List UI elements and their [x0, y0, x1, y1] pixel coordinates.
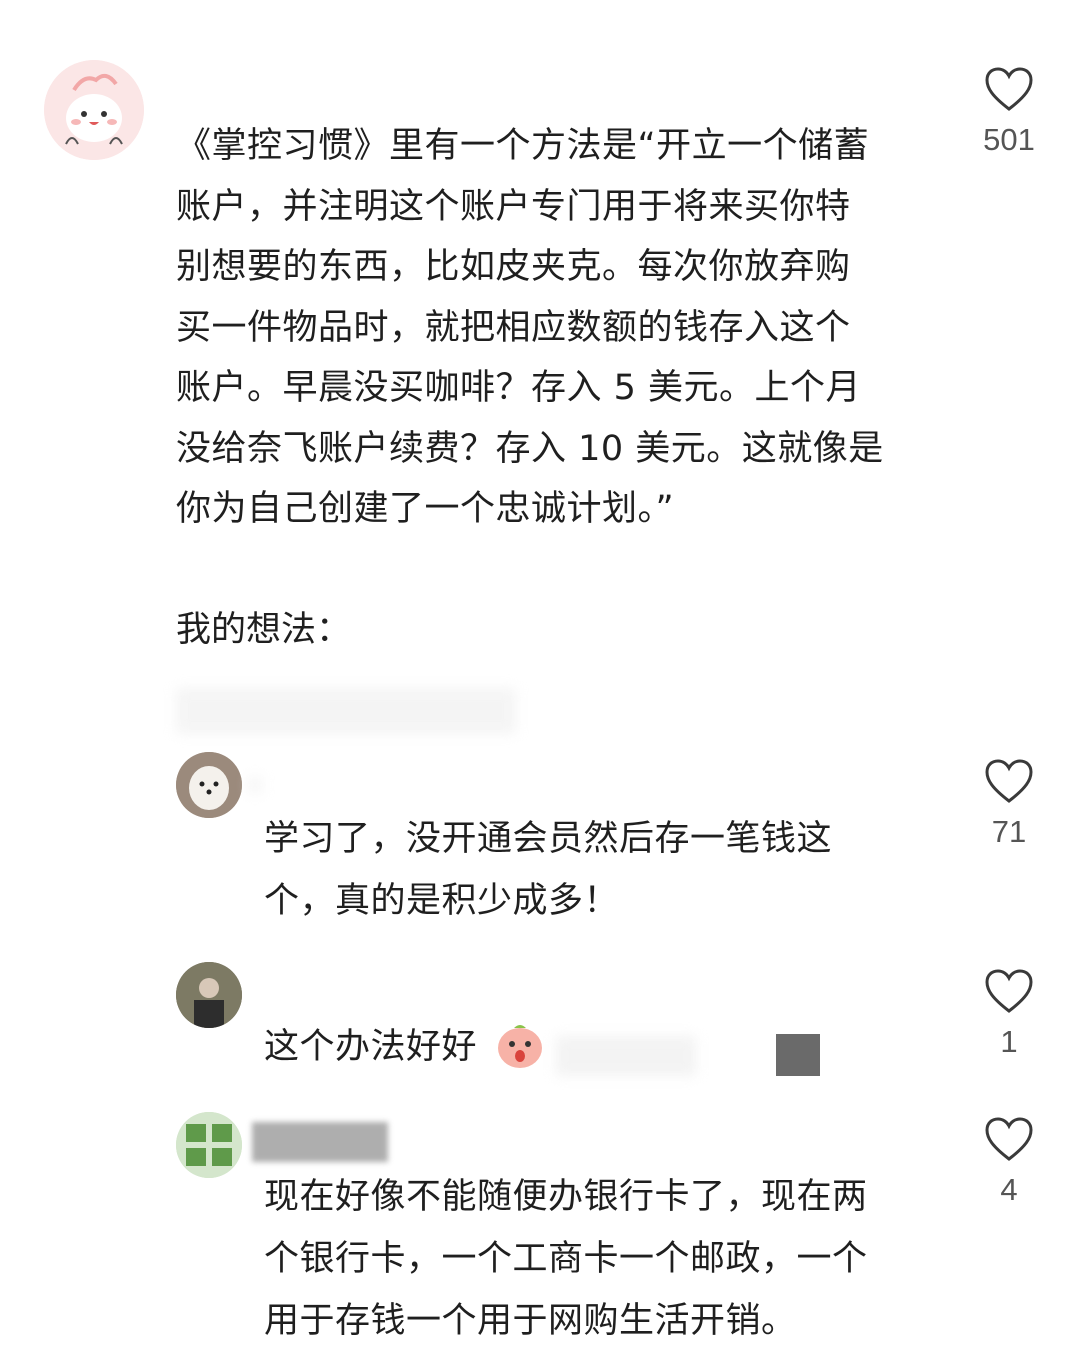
- heart-icon[interactable]: [984, 758, 1034, 804]
- blurred-username: [252, 1122, 388, 1162]
- redacted-block: [776, 1034, 820, 1076]
- reply-avatar[interactable]: [176, 1112, 242, 1178]
- post-like-count: 501: [983, 122, 1035, 157]
- cute-character-avatar-icon: [44, 60, 144, 160]
- blurred-content: [556, 1036, 696, 1076]
- thoughts-label: 我的想法：: [176, 610, 352, 650]
- dog-avatar-icon: [176, 752, 242, 818]
- reply-text: 现在好像不能随便办银行卡了，现在两 个银行卡，一个工商卡一个邮政，一个 用于存钱…: [264, 1177, 868, 1341]
- reply-like-count: 1: [1000, 1024, 1018, 1059]
- peach-sticker-icon: [498, 1025, 542, 1068]
- post-avatar[interactable]: [44, 60, 144, 160]
- reply-like-count: 71: [991, 814, 1027, 849]
- reply-avatar[interactable]: [176, 752, 242, 818]
- reply-text: 学习了，没开通会员然后存一笔钱这 个，真的是积少成多！: [264, 819, 833, 921]
- post-text: 《掌控习惯》里有一个方法是“开立一个储蓄 账户，并注明这个账户专门用于将来买你特…: [176, 126, 884, 529]
- reply-like-area[interactable]: 71: [960, 758, 1058, 852]
- reply-like-area[interactable]: 4: [960, 1116, 1058, 1210]
- blurred-content: [176, 688, 516, 734]
- heart-icon[interactable]: [984, 968, 1034, 1014]
- heart-icon[interactable]: [984, 66, 1034, 112]
- green-text-avatar-icon: [176, 1112, 242, 1178]
- heart-icon[interactable]: [984, 1116, 1034, 1162]
- reply-like-count: 4: [1000, 1172, 1018, 1207]
- post-like-area[interactable]: 501: [960, 66, 1058, 160]
- person-avatar-icon: [176, 962, 242, 1028]
- reply-avatar[interactable]: [176, 962, 242, 1028]
- reply-like-area[interactable]: 1: [960, 968, 1058, 1062]
- blurred-username: [248, 776, 262, 794]
